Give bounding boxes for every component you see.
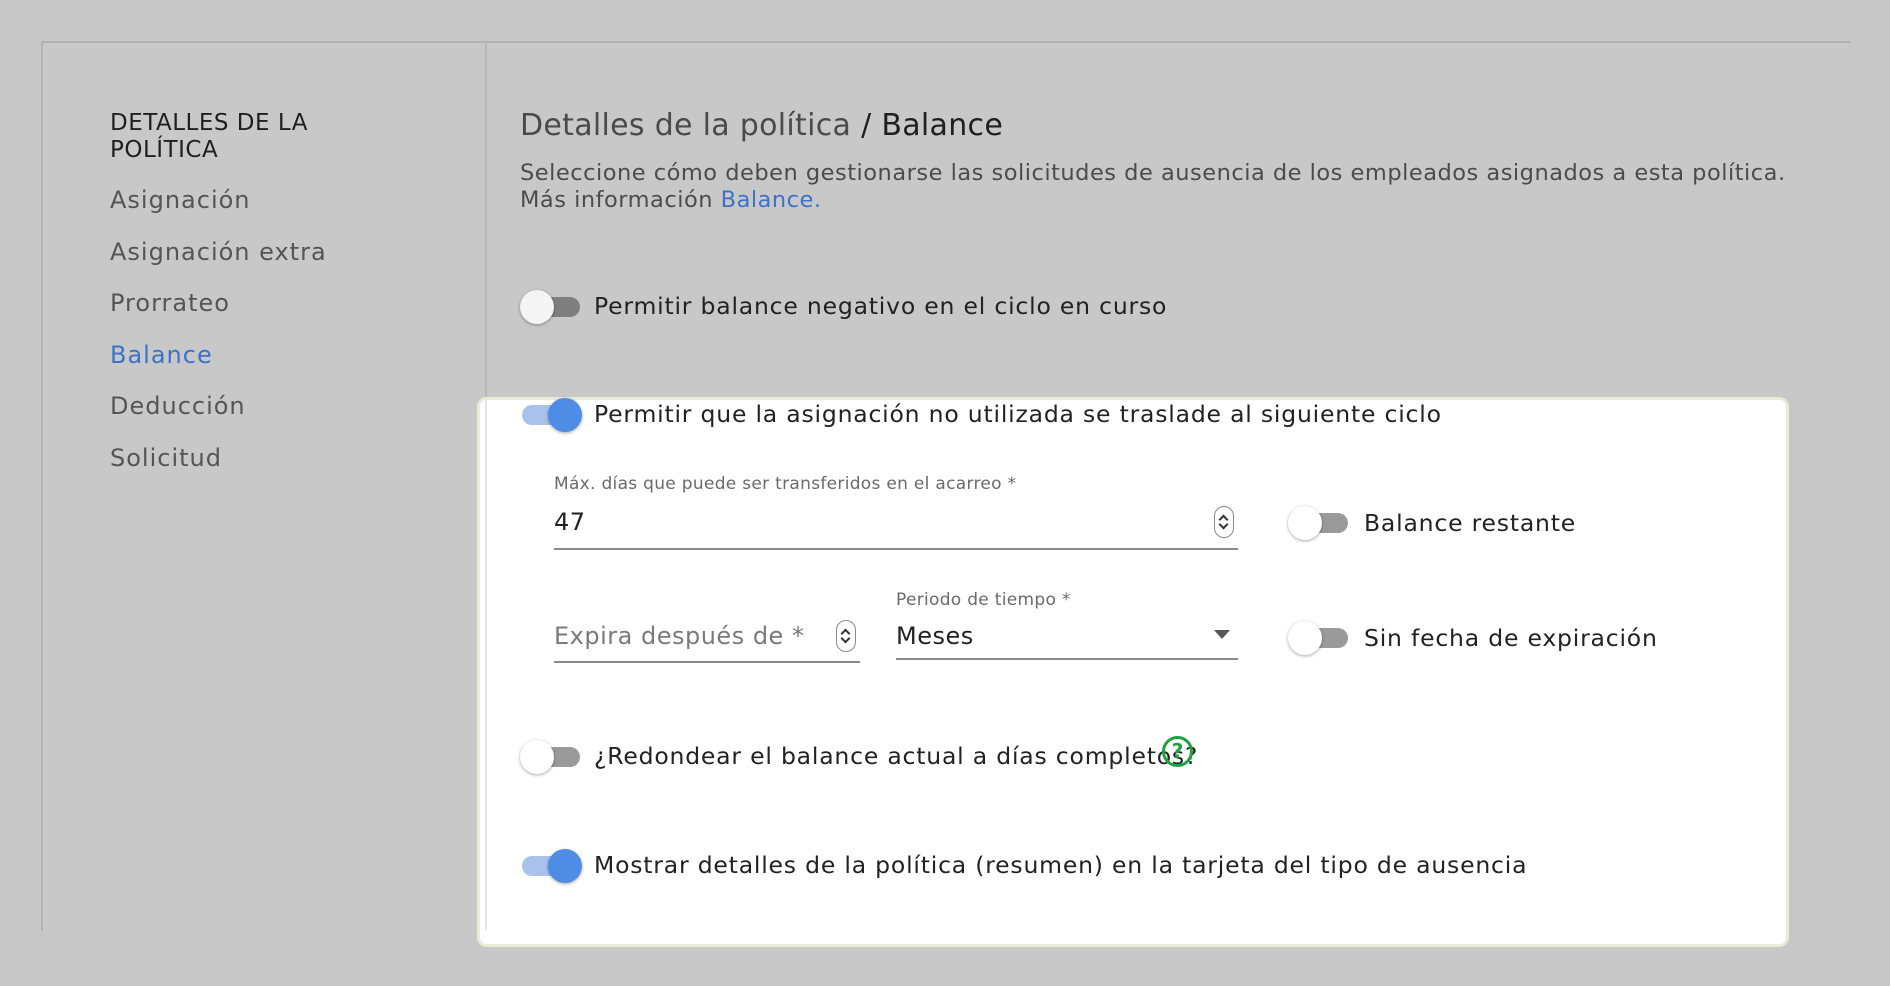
remaining-balance-label: Balance restante xyxy=(1364,509,1577,537)
max-days-label: Máx. días que puede ser transferidos en … xyxy=(554,474,1017,494)
time-period-underline xyxy=(896,658,1238,660)
chevron-down-icon[interactable] xyxy=(1214,630,1230,639)
toggle-thumb xyxy=(548,398,582,432)
toggle-thumb xyxy=(520,290,554,324)
breadcrumb: Detalles de la política / Balance xyxy=(520,108,1003,143)
description-text: Seleccione cómo deben gestionarse las so… xyxy=(520,160,1786,213)
negative-balance-toggle[interactable] xyxy=(520,290,582,324)
sidebar-item-asignacion[interactable]: Asignación xyxy=(110,186,251,214)
round-balance-label: ¿Redondear el balance actual a días comp… xyxy=(594,742,1199,770)
panel-divider xyxy=(485,400,487,930)
breadcrumb-separator: / xyxy=(851,108,882,143)
expires-after-stepper[interactable] xyxy=(836,620,856,652)
time-period-label: Periodo de tiempo * xyxy=(896,590,1071,610)
description-link-balance[interactable]: Balance. xyxy=(721,187,822,213)
toggle-thumb xyxy=(1288,506,1322,540)
page-description: Seleccione cómo deben gestionarse las so… xyxy=(520,160,1820,214)
toggle-thumb xyxy=(548,849,582,883)
no-expiration-toggle[interactable] xyxy=(1288,621,1350,655)
sidebar-item-prorrateo[interactable]: Prorrateo xyxy=(110,289,230,317)
sidebar-heading: DETALLES DE LA POLÍTICA xyxy=(110,110,308,163)
remaining-balance-toggle[interactable] xyxy=(1288,506,1350,540)
max-days-underline xyxy=(554,548,1238,550)
max-days-input[interactable]: 47 xyxy=(554,508,586,536)
sidebar-item-balance[interactable]: Balance xyxy=(110,341,213,369)
expires-after-underline xyxy=(554,661,860,663)
time-period-select[interactable]: Meses xyxy=(896,622,974,650)
stepper-down-icon[interactable] xyxy=(1218,519,1229,530)
breadcrumb-parent[interactable]: Detalles de la política xyxy=(520,108,851,143)
sidebar-item-deduccion[interactable]: Deducción xyxy=(110,392,246,420)
carryover-toggle[interactable] xyxy=(520,398,582,432)
toggle-thumb xyxy=(520,740,554,774)
sidebar-item-solicitud[interactable]: Solicitud xyxy=(110,444,222,472)
expires-after-input[interactable]: Expira después de * xyxy=(554,622,804,650)
no-expiration-label: Sin fecha de expiración xyxy=(1364,624,1658,652)
round-balance-toggle[interactable] xyxy=(520,740,582,774)
show-details-label: Mostrar detalles de la política (resumen… xyxy=(594,851,1528,879)
help-circle-icon[interactable]: ? xyxy=(1162,736,1193,767)
sidebar-item-asignacion-extra[interactable]: Asignación extra xyxy=(110,238,327,266)
carryover-label: Permitir que la asignación no utilizada … xyxy=(594,400,1442,428)
negative-balance-label: Permitir balance negativo en el ciclo en… xyxy=(594,292,1168,320)
stepper-down-icon[interactable] xyxy=(840,633,851,644)
toggle-thumb xyxy=(1288,621,1322,655)
show-details-toggle[interactable] xyxy=(520,849,582,883)
max-days-stepper[interactable] xyxy=(1214,506,1234,538)
breadcrumb-current: Balance xyxy=(881,108,1004,143)
